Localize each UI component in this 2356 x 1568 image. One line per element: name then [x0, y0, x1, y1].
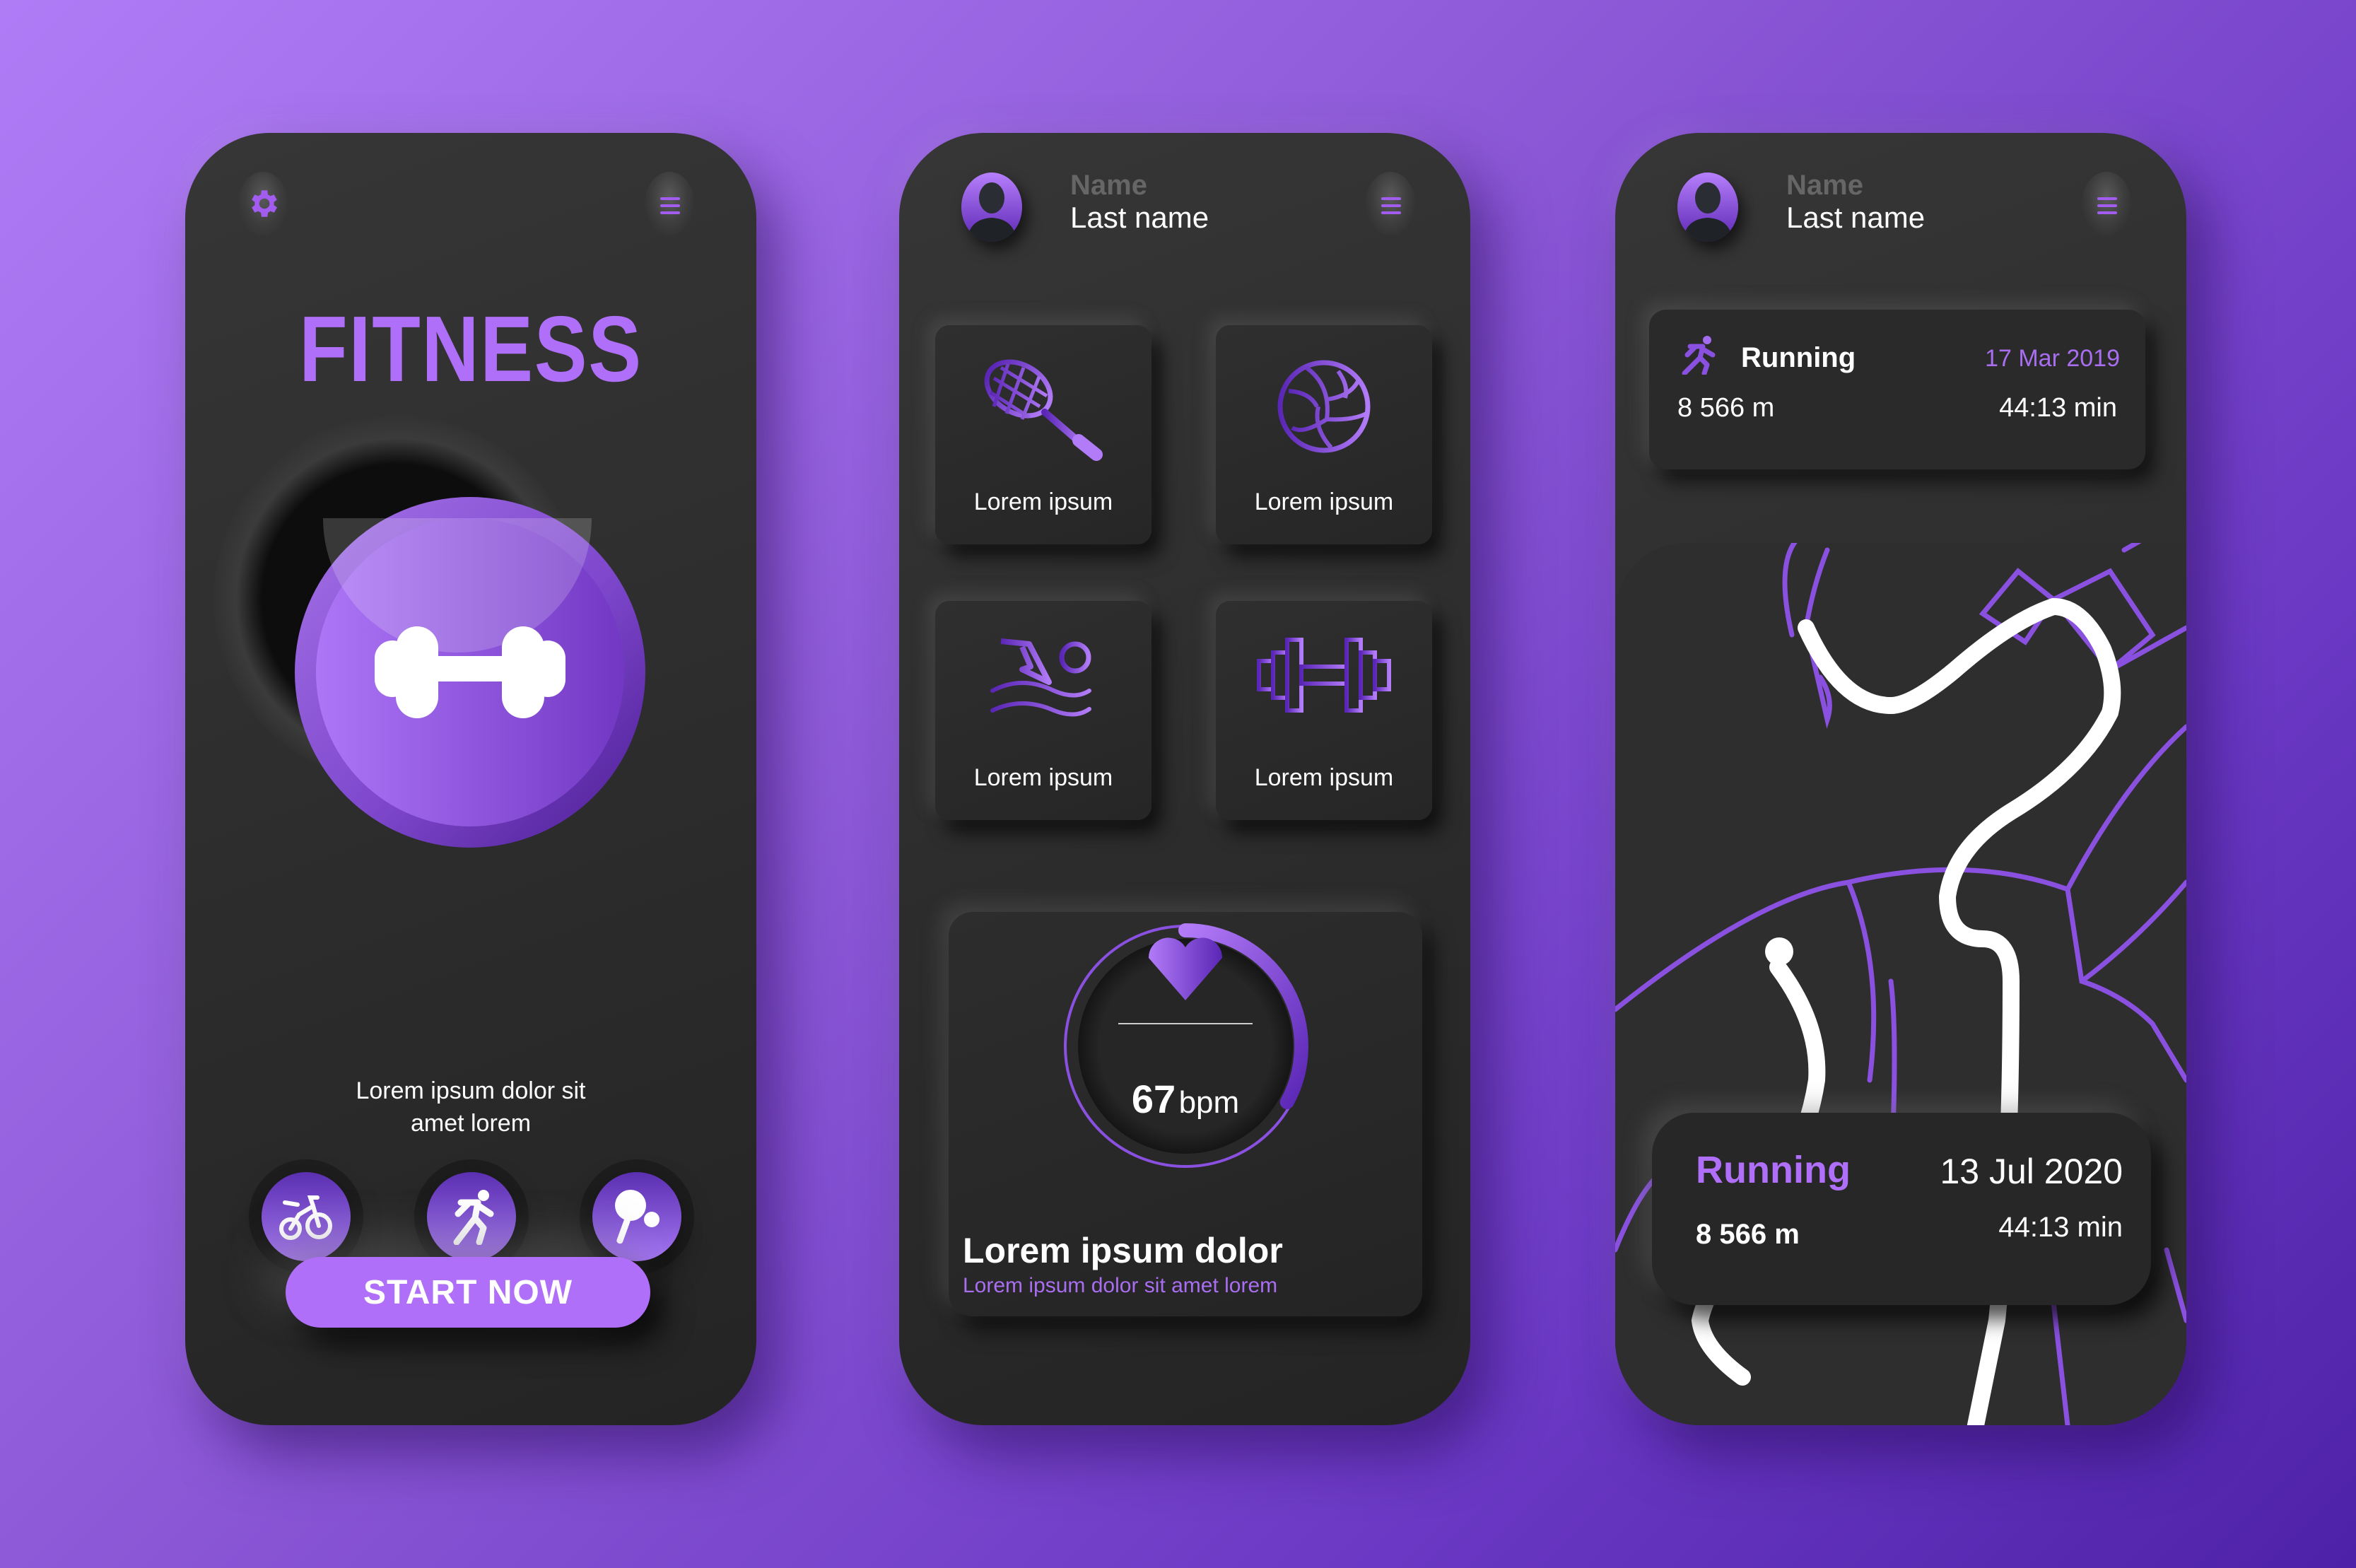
avatar[interactable]	[961, 172, 1022, 242]
running-button[interactable]	[427, 1172, 516, 1261]
swimming-icon	[990, 638, 1091, 717]
running-icon	[453, 1190, 494, 1245]
home-description: Lorem ipsum dolor sit amet lorem	[356, 1077, 586, 1137]
card-subtitle: Lorem ipsum dolor sit amet lorem	[963, 1274, 1278, 1297]
menu-button[interactable]	[1366, 172, 1415, 235]
gear-icon	[252, 190, 277, 217]
activity-date: 17 Mar 2019	[1985, 345, 2120, 372]
activity-distance: 8 566 m	[1677, 393, 1775, 423]
start-now-button[interactable]: START NOW	[286, 1257, 650, 1328]
menu-button[interactable]	[645, 172, 694, 235]
heart-rate-card[interactable]: 67 bpm Lorem ipsum dolor Lorem ipsum dol…	[949, 912, 1422, 1316]
avatar[interactable]	[1677, 172, 1738, 242]
settings-button[interactable]	[238, 172, 288, 235]
hamburger-menu-icon	[1381, 197, 1401, 214]
activity-tile-tennis[interactable]: Lorem ipsum	[935, 325, 1151, 544]
app-title: FITNESS	[299, 297, 643, 401]
route-start-marker	[1765, 937, 1793, 966]
activity-duration: 44:13 min	[1999, 393, 2117, 423]
tile-label: Lorem ipsum	[1254, 488, 1394, 515]
activity-tile-weights[interactable]: Lorem ipsum	[1216, 601, 1432, 820]
activity-tile-swimming[interactable]: Lorem ipsum	[935, 601, 1151, 820]
tennis-racket-icon	[984, 359, 1103, 461]
running-icon	[1682, 336, 1716, 375]
route-date: 13 Jul 2020	[1940, 1152, 2123, 1191]
user-last-name: Last name	[1070, 201, 1209, 234]
bicycle-icon	[279, 1195, 332, 1240]
volleyball-icon	[1277, 360, 1371, 453]
route-summary-card[interactable]: Running 13 Jul 2020 8 566 m 44:13 min	[1652, 1113, 2151, 1305]
user-silhouette-icon	[967, 182, 1016, 242]
ping-pong-button[interactable]	[592, 1172, 681, 1261]
heart-rate-gauge	[1064, 923, 1308, 1168]
phone-screen-home: FITNESS Lorem ipsum dolor sit amet lorem	[185, 133, 756, 1425]
user-silhouette-icon	[1683, 182, 1733, 242]
phone-screen-route: Name Last name Running 17 Mar 2019 8 566…	[1615, 133, 2186, 1425]
route-activity-name: Running	[1696, 1149, 1851, 1191]
hamburger-menu-icon	[2097, 197, 2117, 214]
heart-rate-value: 67	[1131, 1077, 1176, 1121]
heart-rate-unit: bpm	[1178, 1085, 1240, 1120]
heart-rate-readout: 67 bpm	[949, 1076, 1422, 1122]
user-first-name: Name	[1786, 170, 1863, 201]
cycling-button[interactable]	[262, 1172, 351, 1261]
card-title: Lorem ipsum dolor	[963, 1231, 1283, 1270]
activity-name: Running	[1741, 342, 1856, 373]
phone-screen-activities: Name Last name Lorem ipsum Lorem ipsum L…	[899, 133, 1470, 1425]
user-last-name: Last name	[1786, 201, 1926, 234]
tile-label: Lorem ipsum	[973, 488, 1113, 515]
menu-button[interactable]	[2082, 172, 2131, 235]
route-distance: 8 566 m	[1696, 1219, 1800, 1250]
user-first-name: Name	[1070, 170, 1147, 201]
hero-orb	[295, 497, 645, 848]
tile-label: Lorem ipsum	[1254, 764, 1394, 791]
dumbbell-icon	[375, 626, 565, 718]
tile-label: Lorem ipsum	[973, 764, 1113, 791]
activity-summary-card[interactable]: Running 17 Mar 2019 8 566 m 44:13 min	[1649, 310, 2145, 469]
ping-pong-icon	[615, 1190, 660, 1244]
route-duration: 44:13 min	[1998, 1212, 2123, 1243]
hamburger-menu-icon	[660, 197, 680, 214]
activity-tile-volleyball[interactable]: Lorem ipsum	[1216, 325, 1432, 544]
dumbbell-icon	[1257, 638, 1391, 713]
